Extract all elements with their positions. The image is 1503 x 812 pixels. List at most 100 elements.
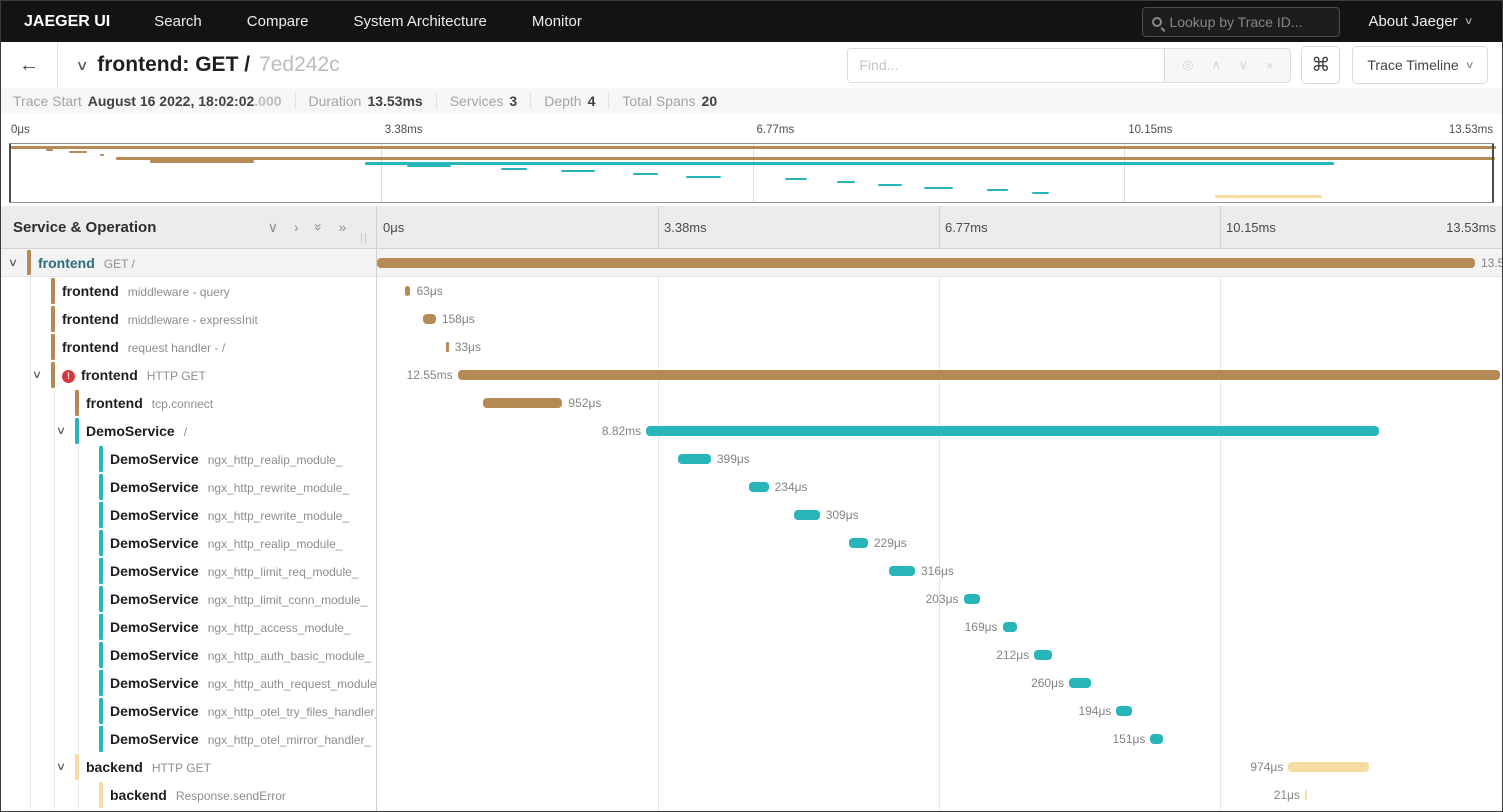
span-duration-bar[interactable] (794, 510, 820, 520)
span-name-row[interactable]: frontend middleware - expressInit (1, 305, 376, 333)
service-name[interactable]: DemoService ngx_http_rewrite_module_ (110, 501, 349, 530)
collapse-all-icon[interactable]: » (311, 223, 327, 231)
span-expander-chevron-icon[interactable]: ∨ (8, 249, 18, 277)
span-bar-row[interactable]: 169μs (377, 613, 1502, 641)
span-name-row[interactable]: ∨ backend HTTP GET (1, 753, 376, 781)
service-name[interactable]: DemoService ngx_http_limit_conn_module_ (110, 585, 367, 614)
span-bar-row[interactable]: 399μs (377, 445, 1502, 473)
service-name[interactable]: DemoService ngx_http_rewrite_module_ (110, 473, 349, 502)
span-bar-row[interactable]: 158μs (377, 305, 1502, 333)
span-name-row[interactable]: DemoService ngx_http_access_module_ (1, 613, 376, 641)
span-duration-bar[interactable] (888, 566, 915, 576)
span-duration-bar[interactable] (405, 286, 411, 296)
minimap-canvas[interactable] (9, 143, 1496, 203)
span-bar-row[interactable]: 21μs (377, 781, 1502, 809)
span-name-row[interactable]: DemoService ngx_http_auth_basic_module_ (1, 641, 376, 669)
service-name[interactable]: DemoService ngx_http_realip_module_ (110, 529, 342, 558)
back-button[interactable]: ← (1, 42, 58, 88)
expand-all-icon[interactable]: » (338, 219, 346, 235)
span-duration-bar[interactable] (483, 398, 563, 408)
trace-id-lookup-input[interactable] (1169, 13, 1320, 30)
find-clear-icon[interactable]: × (1266, 58, 1274, 73)
service-name[interactable]: DemoService ngx_http_limit_req_module_ (110, 557, 358, 586)
service-name[interactable]: DemoService ngx_http_realip_module_ (110, 445, 342, 474)
span-bar-row[interactable]: 260μs (377, 669, 1502, 697)
span-name-row[interactable]: frontend middleware - query (1, 277, 376, 305)
find-next-icon[interactable]: ∨ (1239, 57, 1249, 73)
span-name-row[interactable]: DemoService ngx_http_rewrite_module_ (1, 501, 376, 529)
span-name-row[interactable]: ∨! frontend HTTP GET (1, 361, 376, 389)
span-name-row[interactable]: ∨ DemoService / (1, 417, 376, 445)
span-name-row[interactable]: frontend tcp.connect (1, 389, 376, 417)
span-duration-bar[interactable] (1150, 734, 1163, 744)
service-name[interactable]: frontend middleware - query (62, 277, 230, 306)
span-bar-row[interactable]: 212μs (377, 641, 1502, 669)
span-name-row[interactable]: DemoService ngx_http_realip_module_ (1, 529, 376, 557)
span-bar-row[interactable]: 229μs (377, 529, 1502, 557)
span-name-row[interactable]: DemoService ngx_http_limit_req_module_ (1, 557, 376, 585)
span-name-row[interactable]: ∨ frontend GET / (1, 249, 376, 277)
span-duration-bar[interactable] (1116, 706, 1133, 716)
span-bar-row[interactable]: 13.53ms (377, 249, 1502, 277)
span-bar-row[interactable]: 316μs (377, 557, 1502, 585)
service-name[interactable]: frontend middleware - expressInit (62, 305, 258, 334)
service-name[interactable]: frontend GET / (38, 249, 135, 278)
span-duration-bar[interactable] (457, 370, 1501, 380)
span-duration-bar[interactable] (1288, 762, 1370, 772)
find-scope-icon[interactable]: ◎ (1182, 57, 1193, 73)
expand-one-icon[interactable]: › (294, 219, 299, 235)
span-duration-bar[interactable] (1002, 622, 1017, 632)
service-name[interactable]: frontend request handler - / (62, 333, 225, 362)
span-duration-bar[interactable] (1304, 790, 1307, 800)
span-duration-bar[interactable] (1034, 650, 1052, 660)
span-name-row[interactable]: DemoService ngx_http_auth_request_module_ (1, 669, 376, 697)
span-duration-bar[interactable] (445, 342, 449, 352)
service-name[interactable]: DemoService ngx_http_otel_mirror_handler_ (110, 725, 371, 754)
span-name-row[interactable]: DemoService ngx_http_limit_conn_module_ (1, 585, 376, 613)
service-name[interactable]: DemoService / (86, 417, 187, 446)
span-name-row[interactable]: backend Response.sendError (1, 781, 376, 809)
find-prev-icon[interactable]: ∧ (1211, 57, 1221, 73)
span-bar-row[interactable]: 974μs (377, 753, 1502, 781)
span-name-row[interactable]: DemoService ngx_http_rewrite_module_ (1, 473, 376, 501)
app-brand[interactable]: JAEGER UI (24, 13, 110, 31)
span-bar-row[interactable]: 203μs (377, 585, 1502, 613)
span-bar-row[interactable]: 12.55ms (377, 361, 1502, 389)
span-duration-bar[interactable] (963, 594, 981, 604)
column-resizer-handle[interactable]: || (360, 232, 368, 244)
service-name[interactable]: backend Response.sendError (110, 781, 286, 810)
span-bar-row[interactable]: 309μs (377, 501, 1502, 529)
collapse-one-icon[interactable]: ∨ (268, 219, 278, 236)
span-bar-row[interactable]: 151μs (377, 725, 1502, 753)
span-name-row[interactable]: DemoService ngx_http_realip_module_ (1, 445, 376, 473)
nav-item-search[interactable]: Search (154, 13, 202, 30)
span-duration-bar[interactable] (1069, 678, 1091, 688)
span-bar-row[interactable]: 8.82ms (377, 417, 1502, 445)
service-name[interactable]: DemoService ngx_http_auth_basic_module_ (110, 641, 371, 670)
span-expander-chevron-icon[interactable]: ∨ (56, 417, 66, 445)
find-input[interactable] (847, 47, 1166, 83)
minimap-left-drag-handle[interactable] (9, 144, 11, 202)
service-name[interactable]: backend HTTP GET (86, 753, 211, 782)
service-name[interactable]: ! frontend HTTP GET (62, 361, 206, 390)
span-name-row[interactable]: frontend request handler - / (1, 333, 376, 361)
trace-id-lookup[interactable] (1142, 6, 1341, 37)
nav-item-monitor[interactable]: Monitor (532, 13, 582, 30)
span-duration-bar[interactable] (377, 258, 1475, 268)
collapse-trace-chevron-icon[interactable]: ∨ (75, 57, 88, 74)
service-name[interactable]: DemoService ngx_http_access_module_ (110, 613, 350, 642)
minimap-right-drag-handle[interactable] (1492, 144, 1494, 202)
service-name[interactable]: DemoService ngx_http_auth_request_module_ (110, 669, 376, 698)
span-bar-row[interactable]: 33μs (377, 333, 1502, 361)
nav-item-compare[interactable]: Compare (247, 13, 309, 30)
span-bar-row[interactable]: 194μs (377, 697, 1502, 725)
span-duration-bar[interactable] (848, 538, 868, 548)
span-bar-row[interactable]: 952μs (377, 389, 1502, 417)
span-duration-bar[interactable] (677, 454, 711, 464)
keyboard-shortcuts-button[interactable]: ⌘ (1301, 46, 1341, 84)
span-bar-row[interactable]: 234μs (377, 473, 1502, 501)
span-name-row[interactable]: DemoService ngx_http_otel_mirror_handler_ (1, 725, 376, 753)
span-duration-bar[interactable] (422, 314, 436, 324)
nav-item-system-architecture[interactable]: System Architecture (353, 13, 486, 30)
service-name[interactable]: DemoService ngx_http_otel_try_files_handl… (110, 697, 376, 726)
